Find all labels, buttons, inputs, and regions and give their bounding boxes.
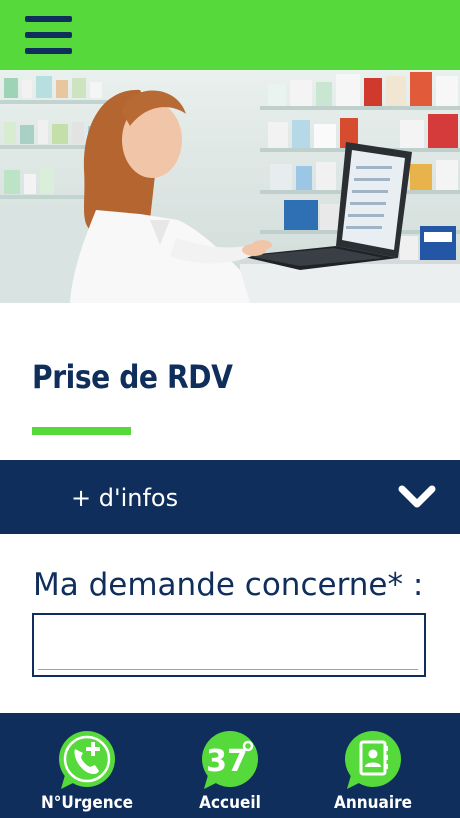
nav-directory[interactable]: Annuaire [303,713,443,818]
nav-emergency[interactable]: N°Urgence [17,713,157,818]
more-info-toggle[interactable]: + d'infos [0,460,460,534]
nav-emergency-label: N°Urgence [40,793,134,813]
svg-text:37: 37 [206,744,248,779]
nav-home[interactable]: 37 Accueil [160,713,300,818]
request-field-label: Ma demande concerne* : [33,567,424,603]
emergency-phone-icon [59,731,115,789]
contacts-book-icon [345,731,401,789]
chevron-down-icon [398,485,436,508]
hero-image [0,70,460,303]
app-header [0,0,460,70]
nav-home-label: Accueil [199,793,261,813]
more-info-label: + d'infos [71,484,179,512]
nav-directory-label: Annuaire [333,793,413,813]
bottom-navigation: N°Urgence 37 Accueil Annuaire [0,713,460,818]
page-title: Prise de RDV [32,358,233,396]
hamburger-menu-icon[interactable] [25,16,72,54]
title-underline [32,427,131,435]
home-37-icon: 37 [202,731,258,789]
request-field-box [32,613,426,677]
request-input[interactable] [38,621,418,670]
